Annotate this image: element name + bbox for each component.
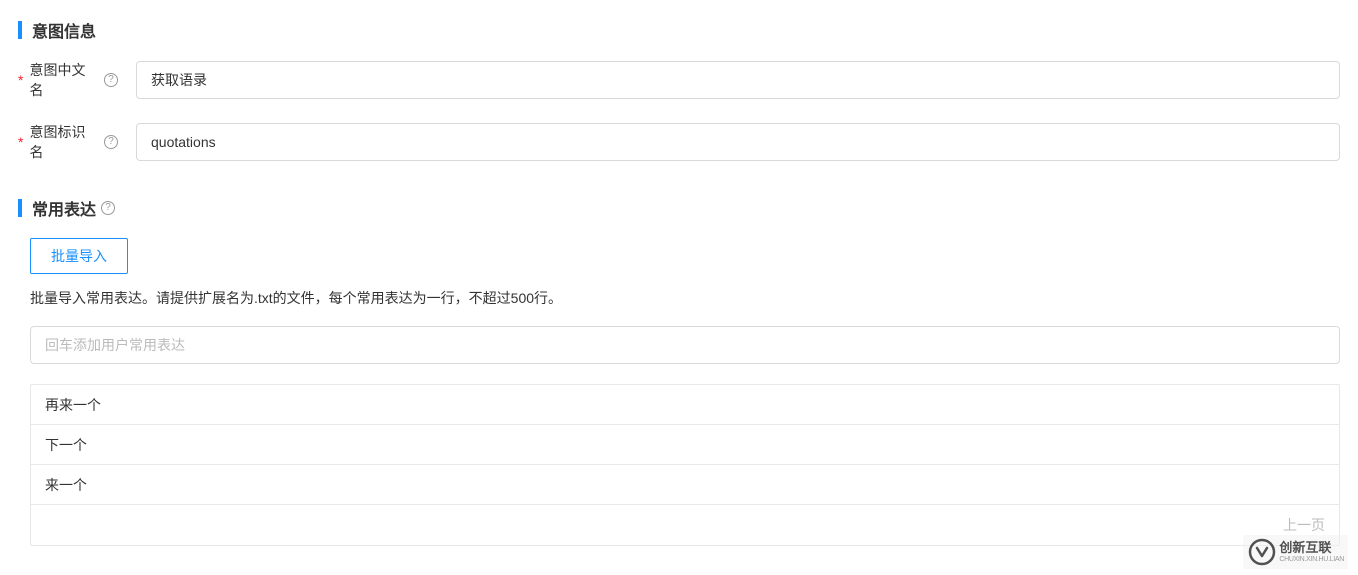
- watermark-sub: CHUXIN.XIN.HU.LIAN: [1279, 556, 1344, 563]
- watermark-brand: 创新互联: [1279, 541, 1344, 554]
- list-item-text: 再来一个: [45, 395, 101, 415]
- list-item[interactable]: 再来一个: [31, 385, 1339, 425]
- label-id-name-text: 意图标识名: [29, 122, 99, 162]
- help-icon[interactable]: ?: [101, 201, 115, 215]
- list-item-text: 下一个: [45, 435, 87, 455]
- label-id-name: * 意图标识名 ?: [18, 122, 136, 162]
- section-intent-header: 意图信息: [18, 18, 1340, 42]
- input-id-name[interactable]: [136, 123, 1340, 161]
- pager-prev[interactable]: 上一页: [1283, 515, 1325, 535]
- section-expr-header: 常用表达 ?: [18, 196, 1340, 220]
- required-mark: *: [18, 134, 23, 150]
- batch-import-button[interactable]: 批量导入: [30, 238, 128, 274]
- pager-row: 上一页: [31, 505, 1339, 545]
- section-title-intent: 意图信息: [32, 18, 96, 42]
- list-item[interactable]: 来一个: [31, 465, 1339, 505]
- section-accent-bar: [18, 199, 22, 217]
- add-expression-input[interactable]: [30, 326, 1340, 364]
- list-item-text: 来一个: [45, 475, 87, 495]
- required-mark: *: [18, 72, 23, 88]
- expression-table: 再来一个 下一个 来一个 上一页: [30, 384, 1340, 546]
- list-item[interactable]: 下一个: [31, 425, 1339, 465]
- import-hint-text: 批量导入常用表达。请提供扩展名为.txt的文件，每个常用表达为一行，不超过500…: [30, 288, 1340, 308]
- label-cn-name-text: 意图中文名: [29, 60, 99, 100]
- watermark-text: 创新互联 CHUXIN.XIN.HU.LIAN: [1279, 541, 1344, 563]
- form-row-id-name: * 意图标识名 ?: [18, 122, 1340, 162]
- watermark-logo-icon: [1247, 537, 1277, 567]
- help-icon[interactable]: ?: [104, 135, 118, 149]
- input-cn-name[interactable]: [136, 61, 1340, 99]
- label-cn-name: * 意图中文名 ?: [18, 60, 136, 100]
- watermark: 创新互联 CHUXIN.XIN.HU.LIAN: [1243, 535, 1348, 569]
- form-row-cn-name: * 意图中文名 ?: [18, 60, 1340, 100]
- help-icon[interactable]: ?: [104, 73, 118, 87]
- section-accent-bar: [18, 21, 22, 39]
- section-title-expr: 常用表达: [32, 196, 96, 220]
